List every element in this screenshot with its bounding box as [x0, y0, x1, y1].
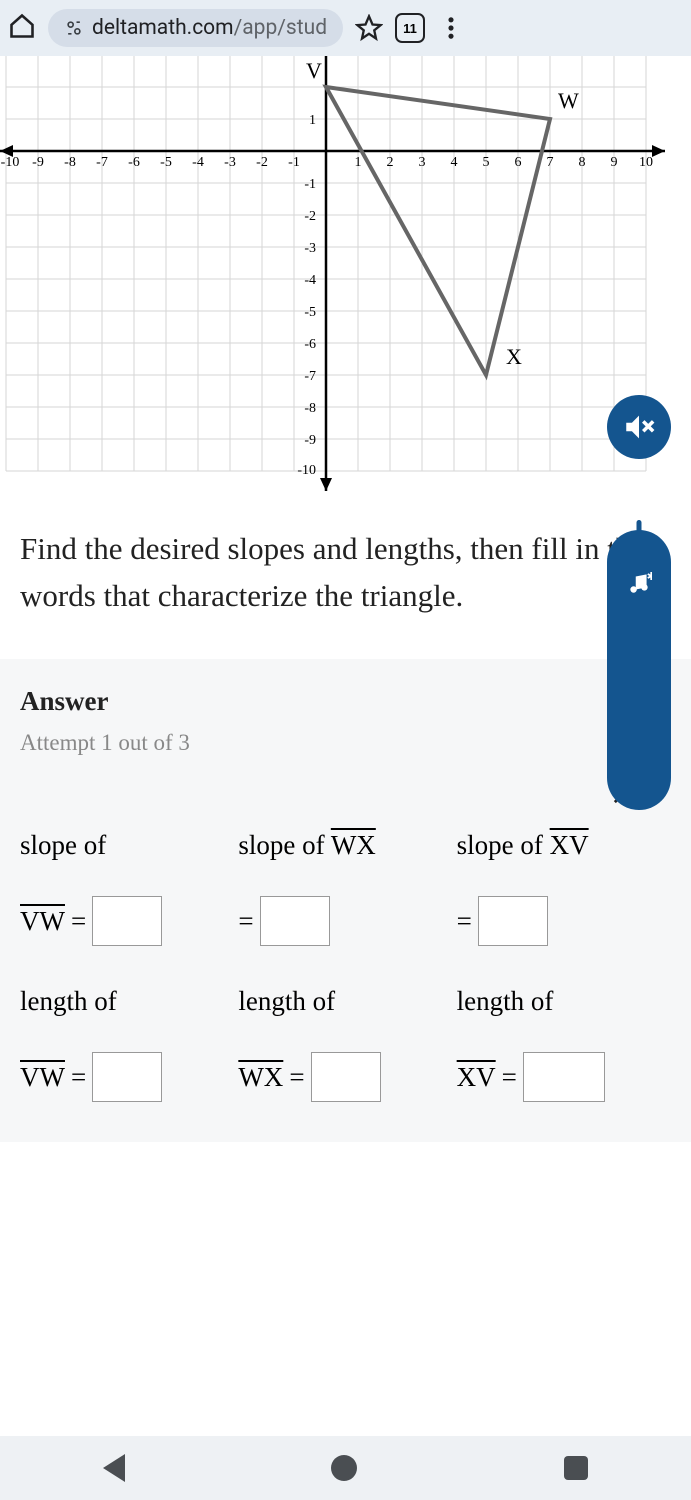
back-button[interactable]: [103, 1454, 125, 1482]
svg-text:4: 4: [451, 155, 458, 170]
svg-text:-5: -5: [160, 155, 172, 170]
recent-button[interactable]: [564, 1456, 588, 1480]
length-wx-input[interactable]: [311, 1052, 381, 1102]
svg-text:-4: -4: [192, 155, 204, 170]
svg-text:-7: -7: [96, 155, 108, 170]
slope-vw-label: slope of: [20, 830, 234, 861]
slope-xv-input[interactable]: [478, 896, 548, 946]
svg-text:1: 1: [355, 155, 362, 170]
svg-text:9: 9: [611, 155, 618, 170]
length-xv-label: length of: [457, 986, 671, 1017]
url-path: /app/stud: [234, 16, 327, 40]
vertex-W: W: [558, 88, 579, 113]
svg-text:-10: -10: [297, 463, 316, 478]
menu-icon[interactable]: [437, 14, 465, 42]
slope-vw-input[interactable]: [92, 896, 162, 946]
bookmark-icon[interactable]: [355, 14, 383, 42]
answer-heading: Answer: [20, 686, 109, 717]
svg-text:3: 3: [419, 155, 426, 170]
svg-text:7: 7: [547, 155, 554, 170]
slope-wx-input[interactable]: [260, 896, 330, 946]
length-vw-input[interactable]: [92, 1052, 162, 1102]
svg-text:1: 1: [309, 113, 316, 128]
triangle-characterization: Triangle VWX is: [20, 1102, 671, 1142]
question-text: Find the desired slopes and lengths, the…: [0, 496, 691, 659]
svg-text:-3: -3: [304, 241, 316, 256]
svg-text:-3: -3: [224, 155, 236, 170]
vertex-V: V: [306, 58, 322, 83]
home-button[interactable]: [331, 1455, 357, 1481]
svg-text:-2: -2: [304, 209, 316, 224]
url-domain: deltamath.com: [92, 16, 234, 40]
svg-text:-4: -4: [304, 273, 316, 288]
svg-text:-6: -6: [304, 337, 316, 352]
svg-text:-1: -1: [304, 177, 316, 192]
svg-text:-6: -6: [128, 155, 140, 170]
svg-text:-2: -2: [256, 155, 268, 170]
svg-text:-9: -9: [304, 433, 316, 448]
svg-text:-1: -1: [288, 155, 300, 170]
svg-text:-8: -8: [64, 155, 76, 170]
home-icon[interactable]: [8, 12, 36, 45]
android-nav-bar: [0, 1436, 691, 1500]
svg-text:-8: -8: [304, 401, 316, 416]
svg-text:✱: ✱: [647, 571, 652, 583]
tab-count-badge[interactable]: 11: [395, 13, 425, 43]
svg-text:-7: -7: [304, 369, 316, 384]
length-vw-label: length of: [20, 986, 234, 1017]
audio-pill[interactable]: ✱: [607, 530, 671, 810]
answer-section: Answer ••• Attempt 1 out of 3 slope of s…: [0, 659, 691, 1142]
attempt-counter: Attempt 1 out of 3: [20, 730, 671, 756]
svg-text:8: 8: [579, 155, 586, 170]
length-xv-input[interactable]: [523, 1052, 605, 1102]
svg-text:5: 5: [483, 155, 490, 170]
slope-wx-label: slope of WX: [238, 830, 452, 861]
svg-text:-5: -5: [304, 305, 316, 320]
slope-xv-label: slope of XV: [457, 830, 671, 861]
vertex-X: X: [506, 344, 522, 369]
svg-text:-10: -10: [1, 155, 20, 170]
svg-text:6: 6: [515, 155, 522, 170]
browser-bar: deltamath.com/app/stud 11: [0, 0, 691, 56]
url-bar[interactable]: deltamath.com/app/stud: [48, 9, 343, 47]
svg-text:2: 2: [387, 155, 394, 170]
mute-button[interactable]: [607, 395, 671, 459]
svg-text:-9: -9: [32, 155, 44, 170]
coordinate-plane: -10 -9 -8 -7 -6 -5 -4 -3 -2 -1 1 2 3 4 5 6 7 8 9 10 1 -1 -2…: [0, 56, 691, 496]
svg-text:10: 10: [639, 155, 653, 170]
length-wx-label: length of: [238, 986, 452, 1017]
segment-vw: VW: [20, 906, 65, 937]
caption-off-icon[interactable]: [20, 756, 671, 810]
